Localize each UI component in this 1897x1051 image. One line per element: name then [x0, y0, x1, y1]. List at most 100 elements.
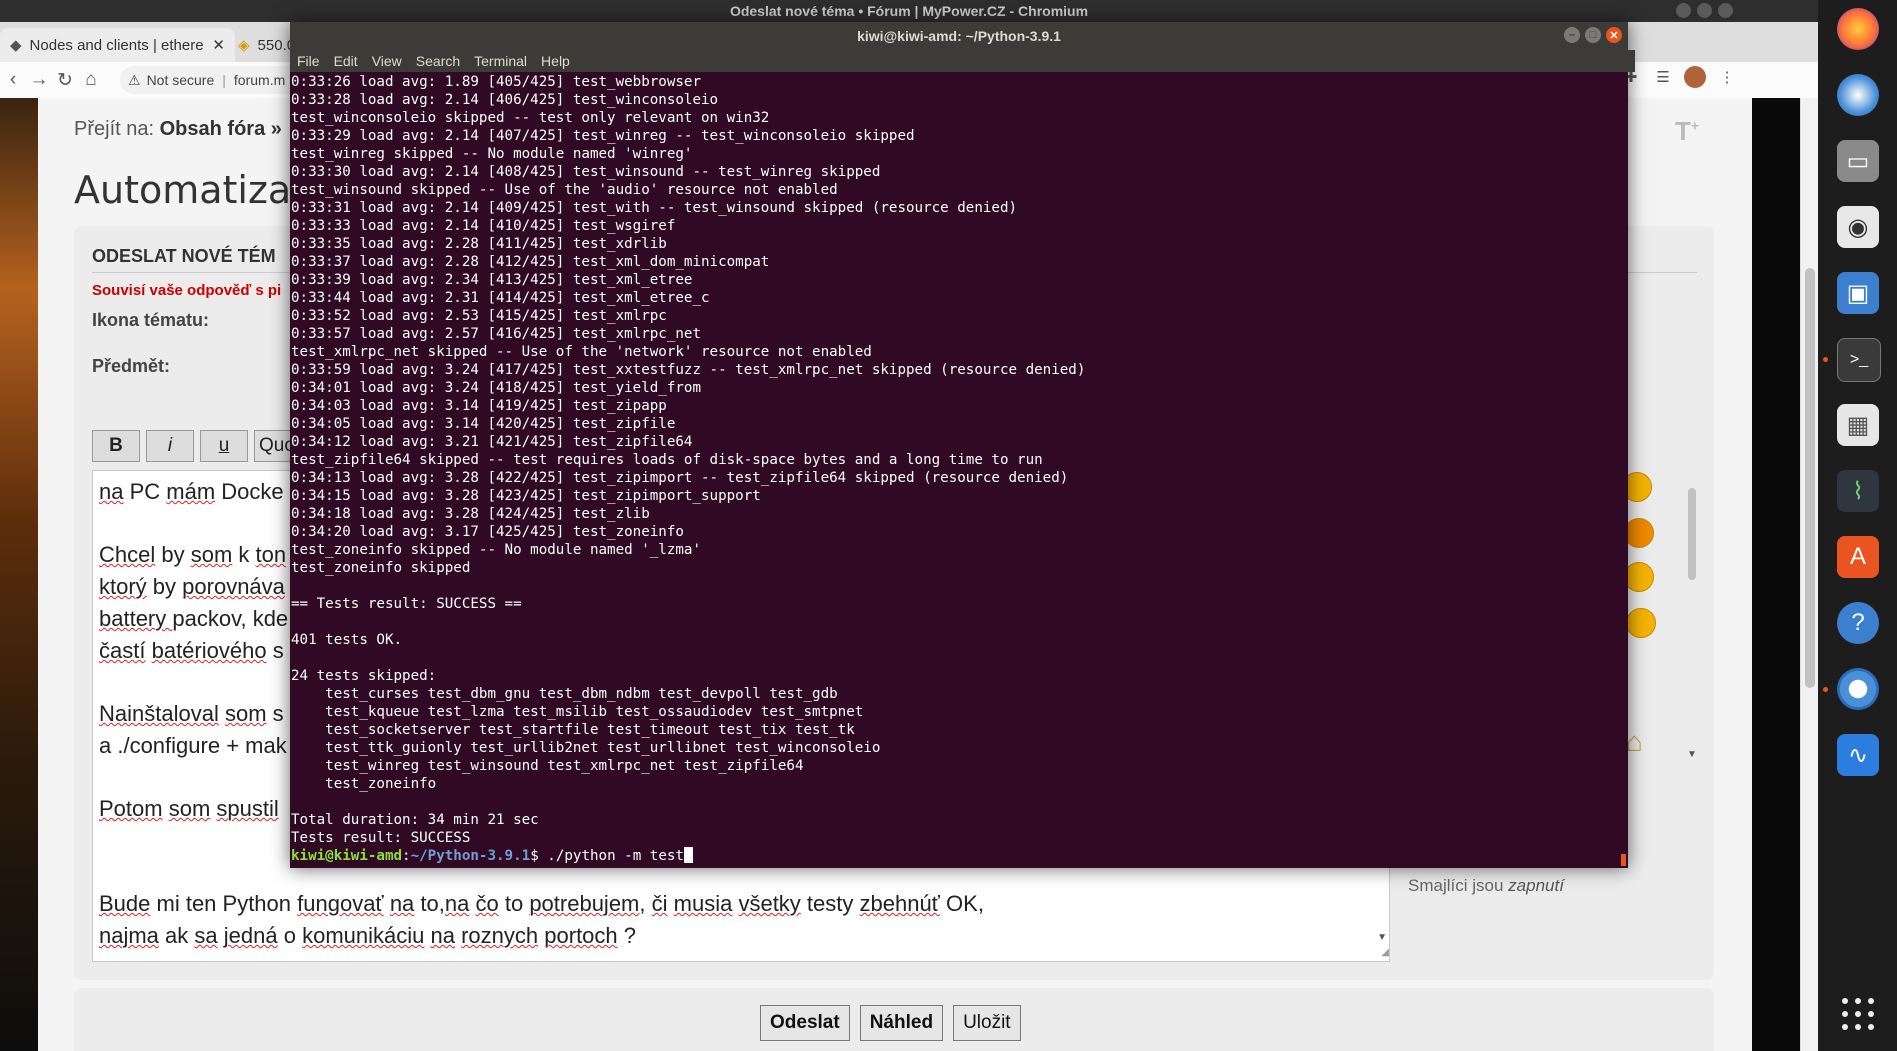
terminal-line: 0:33:28 load avg: 2.14 [406/425] test_wi… — [291, 92, 719, 108]
spellcheck-word: častí — [99, 638, 146, 663]
waveform-icon[interactable]: ∿ — [1837, 734, 1879, 776]
avatar[interactable] — [1684, 66, 1706, 88]
editor-text: ? — [617, 923, 637, 948]
smiley-nerd-icon[interactable] — [1626, 608, 1656, 638]
terminal-scrollbar[interactable] — [1621, 854, 1626, 866]
save-draft-button[interactable]: Uložit — [953, 1005, 1021, 1041]
terminal-line: 0:34:15 load avg: 3.28 [423/425] test_zi… — [291, 488, 761, 504]
show-applications-icon[interactable] — [1842, 998, 1874, 1030]
submit-button[interactable]: Odeslat — [760, 1005, 850, 1041]
maximize-button[interactable] — [1697, 3, 1712, 18]
terminal-line: 0:34:03 load avg: 3.14 [419/425] test_zi… — [291, 398, 667, 414]
smiley-shocked-icon[interactable] — [1624, 518, 1654, 548]
page-background-right — [1752, 98, 1800, 1051]
bold-button[interactable]: B — [92, 430, 140, 462]
terminal-window[interactable]: kiwi@kiwi-amd: ~/Python-3.9.1 – □ ✕ File… — [290, 22, 1635, 868]
underline-button[interactable]: u — [200, 430, 248, 462]
spellcheck-word: battery — [99, 606, 173, 631]
menu-help[interactable]: Help — [541, 53, 570, 69]
menu-search[interactable]: Search — [416, 53, 460, 69]
scroll-down-arrow-icon[interactable]: ▼ — [1377, 932, 1387, 943]
calculator-icon[interactable]: ▦ — [1837, 404, 1879, 446]
terminal-line: 0:34:13 load avg: 3.28 [422/425] test_zi… — [291, 470, 1069, 486]
terminal-output[interactable]: 0:33:26 load avg: 1.89 [405/425] test_we… — [291, 73, 1621, 868]
back-arrow-icon[interactable]: ‹ — [0, 69, 26, 91]
files-icon[interactable]: ▭ — [1837, 140, 1879, 182]
smiley-scrollbar[interactable]: ▼ — [1685, 470, 1699, 760]
terminal-icon[interactable]: >_ — [1837, 338, 1881, 382]
menu-file[interactable]: File — [297, 53, 320, 69]
editor-line: ktorý by porovnáva — [99, 574, 285, 600]
url-text: forum.m — [233, 72, 286, 88]
preview-button[interactable]: Náhled — [859, 1005, 944, 1041]
breadcrumb: Přejít na: Obsah fóra » — [74, 118, 282, 141]
editor-text: o — [277, 923, 303, 948]
editor-text: , — [240, 606, 253, 631]
terminal-prompt[interactable]: kiwi@kiwi-amd:~/Python-3.9.1$ ./python -… — [291, 847, 1621, 865]
editor-text: a ./configure + mak — [99, 733, 287, 758]
forward-arrow-icon[interactable]: → — [26, 69, 52, 91]
command-input[interactable]: ./python -m test — [547, 848, 684, 864]
italic-button[interactable]: i — [146, 430, 194, 462]
menu-edit[interactable]: Edit — [334, 53, 358, 69]
close-button[interactable] — [1718, 3, 1733, 18]
terminal-menu-bar: File Edit View Search Terminal Help — [290, 50, 1635, 72]
page-scrollbar[interactable] — [1800, 98, 1819, 1051]
reload-icon[interactable]: ↻ — [52, 69, 78, 92]
tab-close-icon[interactable]: ✕ — [212, 36, 225, 54]
minimize-button[interactable]: – — [1564, 27, 1580, 43]
spellcheck-word: Bude — [99, 891, 151, 916]
text-size-icon[interactable]: T+ — [1675, 116, 1699, 147]
terminal-line: 0:33:29 load avg: 2.14 [407/425] test_wi… — [291, 128, 915, 144]
spellcheck-word: na — [430, 923, 455, 948]
scrollbar-thumb[interactable] — [1805, 268, 1815, 688]
terminal-line: test_winconsoleio skipped -- test only r… — [291, 110, 770, 126]
home-icon[interactable]: ⌂ — [78, 69, 104, 91]
breadcrumb-link[interactable]: Obsah fóra » — [160, 118, 282, 140]
chromium-icon[interactable] — [1837, 668, 1879, 710]
spellcheck-word: som — [168, 796, 211, 821]
scroll-down-arrow-icon[interactable]: ▼ — [1687, 749, 1697, 760]
terminal-line: 0:33:35 load avg: 2.28 [411/425] test_xd… — [291, 236, 667, 252]
rhythmbox-icon[interactable]: ◉ — [1837, 206, 1879, 248]
editor-text: PC — [123, 479, 167, 504]
terminal-title-bar[interactable]: kiwi@kiwi-amd: ~/Python-3.9.1 – □ ✕ — [290, 22, 1628, 50]
image-viewer-icon[interactable]: ▣ — [1837, 272, 1879, 314]
editor-text: s — [266, 701, 284, 726]
terminal-line: test_zoneinfo skipped — [291, 560, 471, 576]
minimize-button[interactable] — [1676, 3, 1691, 18]
menu-terminal[interactable]: Terminal — [474, 53, 527, 69]
firefox-icon[interactable] — [1837, 8, 1879, 50]
spellcheck-word: zbehnúť — [859, 891, 940, 916]
maximize-button[interactable]: □ — [1585, 27, 1601, 43]
editor-text: kde — [252, 606, 289, 631]
scrollbar-thumb[interactable] — [1688, 488, 1696, 580]
spellcheck-word: ktorý — [99, 574, 147, 599]
house-smiley-icon[interactable]: ⌂ — [1626, 726, 1643, 758]
resize-handle-icon[interactable]: ◢ — [1375, 947, 1389, 961]
menu-view[interactable]: View — [372, 53, 402, 69]
text-cursor — [683, 847, 693, 863]
reading-list-icon[interactable]: ☰ — [1652, 66, 1674, 88]
prompt-path: ~/Python-3.9.1 — [410, 848, 531, 864]
help-icon[interactable]: ? — [1837, 602, 1879, 644]
software-center-icon[interactable]: A — [1837, 536, 1879, 578]
system-monitor-icon[interactable]: ⌇ — [1837, 470, 1879, 512]
smiley-question-icon[interactable] — [1624, 562, 1654, 592]
terminal-line: test_winsound skipped -- Use of the 'aud… — [291, 182, 838, 198]
security-label: Not secure — [146, 72, 215, 88]
editor-text: ak — [158, 923, 195, 948]
thunderbird-icon[interactable] — [1837, 74, 1879, 116]
menu-kebab-icon[interactable]: ⋮ — [1716, 66, 1738, 88]
spellcheck-word: na — [99, 479, 124, 504]
warning-icon[interactable]: ⚠ — [128, 72, 141, 89]
close-button[interactable]: ✕ — [1606, 27, 1622, 43]
editor-text: packov — [172, 606, 241, 631]
editor-line: na PC mám Docke — [99, 479, 284, 505]
tab-ethereum[interactable]: ◆ Nodes and clients | ethere ✕ — [0, 28, 235, 62]
terminal-line: 0:34:12 load avg: 3.21 [421/425] test_zi… — [291, 434, 693, 450]
terminal-line: test_winreg test_winsound test_xmlrpc_ne… — [291, 758, 804, 774]
spellcheck-word: batériového — [151, 638, 267, 663]
